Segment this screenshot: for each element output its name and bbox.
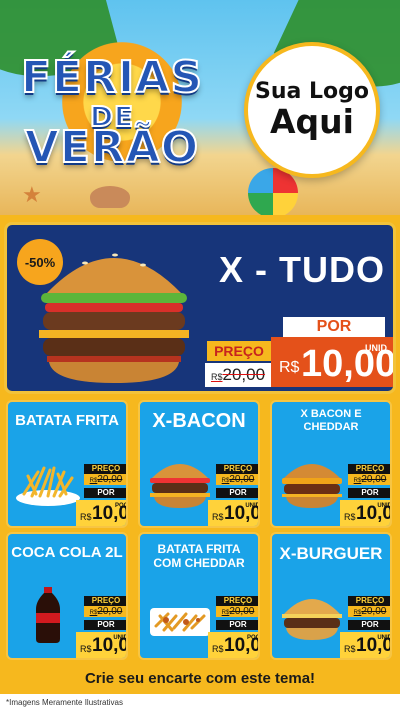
price-currency: R$: [279, 359, 300, 376]
hero-title-line3: VERÃO: [24, 121, 200, 174]
por-label: POR: [216, 488, 258, 498]
old-price-value: 20,00: [97, 474, 123, 485]
price-unit: UNID: [113, 635, 128, 641]
price-unit: UNID: [365, 343, 387, 353]
price-currency: R$: [212, 644, 224, 654]
preco-label: PREÇO: [207, 341, 271, 361]
old-price: R$20,00: [216, 474, 258, 485]
current-price: R$10,00UNID: [340, 500, 392, 526]
current-price: R$10,00POÇ: [76, 500, 128, 526]
fries-image: [16, 466, 80, 506]
por-label: POR: [348, 488, 390, 498]
old-price-value: 20,00: [97, 606, 123, 617]
product-card-coca-cola[interactable]: COCA COLA 2L PREÇO R$20,00 POR R$10,00UN…: [6, 532, 128, 660]
current-price: R$10,00POÇ: [208, 632, 260, 658]
product-card-x-burguer[interactable]: X-BURGUER PREÇO R$20,00 POR R$10,00UNID: [270, 532, 392, 660]
price-currency: R$: [344, 644, 356, 654]
logo-text-line2: Aqui: [270, 102, 354, 142]
price-unit: UNID: [245, 503, 260, 509]
product-name: X-BURGUER: [279, 544, 383, 563]
preco-label: PREÇO: [84, 596, 126, 606]
old-price: R$20,00: [84, 474, 126, 485]
old-price-value: 20,00: [361, 606, 387, 617]
old-price: R$20,00: [216, 606, 258, 617]
cta-banner[interactable]: Crie seu encarte com este tema!: [4, 666, 396, 692]
price-unit: POÇ: [114, 503, 128, 509]
featured-product-name: X - TUDO: [219, 249, 385, 290]
logo-text-line1: Sua Logo: [254, 79, 369, 105]
preco-label: PREÇO: [216, 596, 258, 606]
price-currency: R$: [344, 512, 356, 522]
por-label: POR: [283, 317, 385, 337]
old-price-value: 20,00: [229, 474, 255, 485]
old-price-value: 20,00: [222, 365, 266, 384]
preco-label: PREÇO: [84, 464, 126, 474]
product-name: BATATA FRITA: [15, 412, 119, 429]
product-card-x-bacon[interactable]: X-BACON PREÇO R$20,00 POR R$10,00UNID: [138, 400, 260, 528]
burger-image: [150, 464, 210, 508]
preco-label: PREÇO: [216, 464, 258, 474]
price-unit: POÇ: [246, 635, 260, 641]
current-price: R$ 10,00 UNID: [271, 337, 393, 387]
beach-ball-icon: [248, 168, 298, 215]
seashell-icon: [90, 186, 130, 208]
old-price: R$20,00: [205, 363, 271, 387]
preco-label: PREÇO: [348, 596, 390, 606]
starfish-icon: ★: [22, 182, 42, 207]
por-label: POR: [348, 620, 390, 630]
price-currency: R$: [80, 512, 92, 522]
current-price: R$10,00UNID: [76, 632, 128, 658]
old-price: R$20,00: [348, 606, 390, 617]
burger-image: [282, 464, 342, 508]
old-price-value: 20,00: [229, 606, 255, 617]
price-unit: UNID: [377, 503, 392, 509]
current-price: R$10,00UNID: [208, 500, 260, 526]
old-price: R$20,00: [348, 474, 390, 485]
old-price: R$20,00: [84, 606, 126, 617]
discount-badge: -50%: [17, 239, 63, 285]
featured-offer-card[interactable]: -50% X - TUDO POR PREÇO R$20,00 R$ 10,00…: [4, 222, 396, 394]
price-unit: UNID: [377, 635, 392, 641]
por-label: POR: [84, 488, 126, 498]
product-name: X-BACON: [152, 410, 246, 432]
soda-bottle-image: [36, 587, 60, 643]
disclaimer-text: *Imagens Meramente Ilustrativas: [0, 694, 400, 711]
fries-cheddar-image: [150, 608, 210, 636]
price-currency: R$: [212, 512, 224, 522]
current-price: R$10,00UNID: [340, 632, 392, 658]
old-price-value: 20,00: [361, 474, 387, 485]
old-price-currency: R$: [210, 372, 223, 382]
burger-image: [282, 599, 342, 640]
logo-placeholder[interactable]: Sua Logo Aqui: [244, 42, 380, 178]
por-label: POR: [84, 620, 126, 630]
hero-banner: FÉRIAS DE VERÃO ★ Sua Logo Aqui: [0, 0, 400, 215]
product-card-batata-cheddar[interactable]: BATATA FRITA COM CHEDDAR PREÇO R$20,00 P…: [138, 532, 260, 660]
product-card-x-bacon-cheddar[interactable]: X BACON E CHEDDAR PREÇO R$20,00 POR R$ 10…: [270, 400, 392, 528]
por-label: POR: [216, 620, 258, 630]
product-name: X BACON E CHEDDAR: [300, 408, 362, 433]
hero-title-line1: FÉRIAS: [20, 51, 204, 104]
product-card-batata-frita[interactable]: BATATA FRITA PREÇO R$20,00 POR R$10,00PO…: [6, 400, 128, 528]
price-currency: R$: [80, 644, 92, 654]
preco-label: PREÇO: [348, 464, 390, 474]
product-name: BATATA FRITA COM CHEDDAR: [153, 542, 245, 570]
product-name: COCA COLA 2L: [11, 544, 123, 561]
